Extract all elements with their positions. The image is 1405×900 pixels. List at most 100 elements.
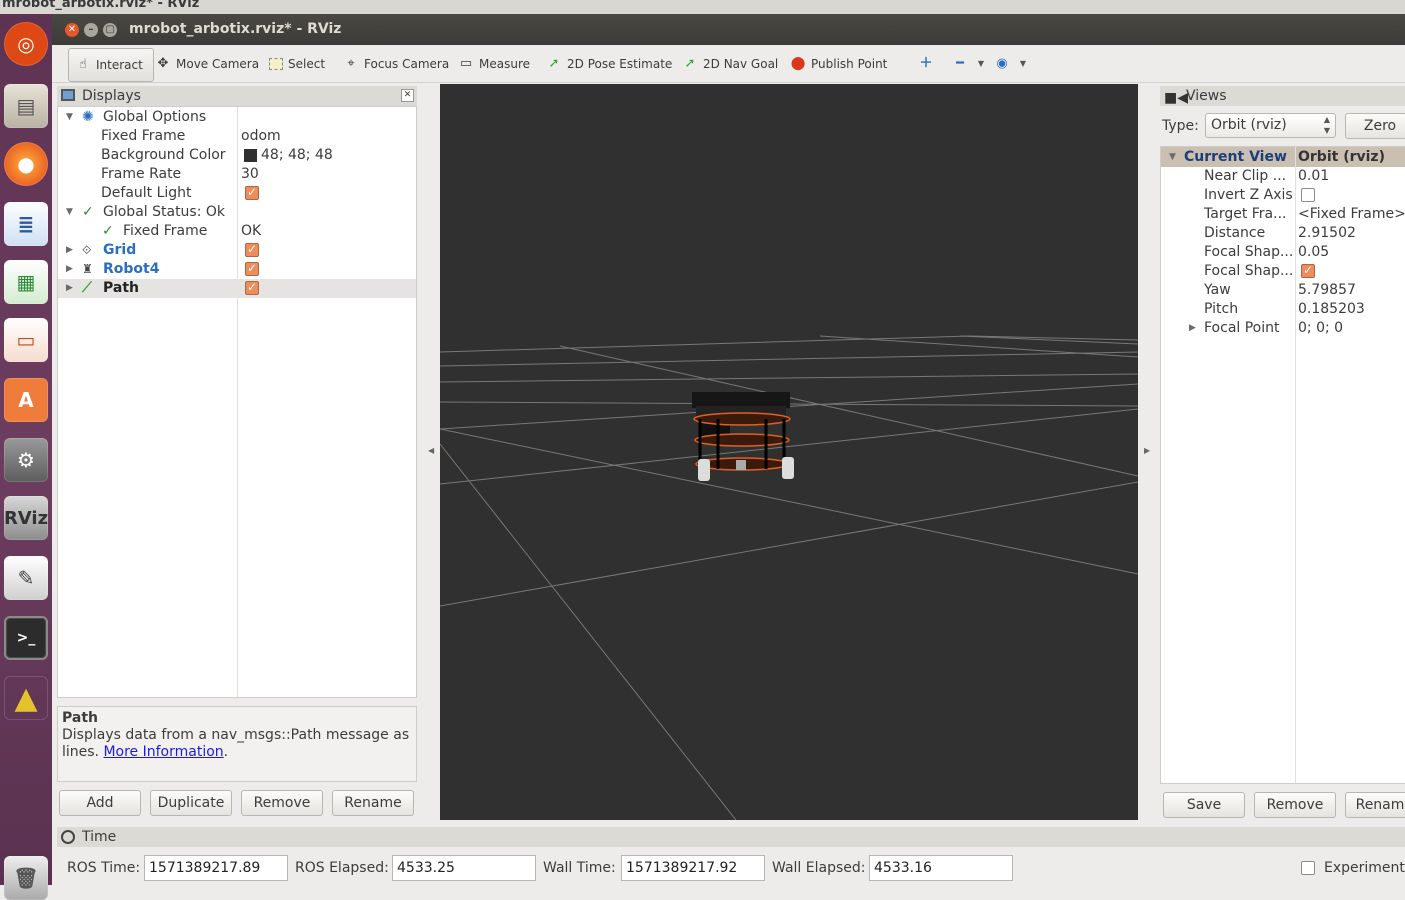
nav-goal-tool[interactable]: ➚ 2D Nav Goal	[682, 52, 779, 76]
yaw-value[interactable]: 5.79857	[1298, 281, 1356, 300]
tree-row-current-view[interactable]: ▼ Current View Orbit (rviz)	[1161, 148, 1405, 167]
background-color-value[interactable]: 48; 48; 48	[261, 146, 333, 165]
view-prop-row[interactable]: Focal Shap...	[1161, 261, 1405, 281]
gear-icon: ✺	[82, 109, 94, 125]
focal-shape-size-value[interactable]: 0.05	[1298, 243, 1329, 262]
select-tool[interactable]: Select	[269, 52, 325, 76]
expand-down-icon: ▼	[66, 112, 73, 122]
close-button[interactable]: ✕	[65, 23, 79, 37]
view-prop-row[interactable]: Focal Shap... 0.05	[1161, 243, 1405, 262]
remove-tool-button[interactable]: ━ ▼	[952, 52, 989, 76]
remove-view-button[interactable]: Remove	[1254, 792, 1336, 818]
view-prop-row[interactable]: Target Fra... <Fixed Frame>	[1161, 205, 1405, 224]
minimize-button[interactable]: –	[84, 23, 98, 37]
grid-label: Grid	[103, 242, 137, 258]
close-panel-icon[interactable]: ✕	[401, 89, 414, 102]
global-options-label: Global Options	[103, 109, 207, 125]
ros-time-label: ROS Time:	[67, 860, 141, 876]
focus-camera-label: Focus Camera	[364, 57, 450, 71]
invert-z-checkbox[interactable]	[1301, 188, 1315, 202]
writer-icon[interactable]: ≣	[4, 202, 48, 246]
default-light-checkbox[interactable]	[245, 183, 259, 202]
files-icon[interactable]: ▤	[4, 84, 48, 128]
wall-time-field[interactable]: 1571389217.92	[621, 855, 765, 881]
trash-icon[interactable]: 🗑	[4, 856, 48, 900]
focus-camera-tool[interactable]: ⌖ Focus Camera	[343, 52, 449, 76]
color-swatch[interactable]	[244, 149, 257, 162]
target-frame-value[interactable]: <Fixed Frame>	[1298, 205, 1405, 224]
measure-tool[interactable]: ▭ Measure	[458, 52, 530, 76]
tree-row-path[interactable]: ▶ ⟋ Path	[58, 278, 416, 298]
view-type-select[interactable]: Orbit (rviz) ▲ ▼	[1205, 113, 1336, 138]
app-triangle-icon[interactable]: ▲	[4, 676, 48, 720]
pose-estimate-tool[interactable]: ➚ 2D Pose Estimate	[546, 52, 673, 76]
view-prop-row[interactable]: Near Clip ... 0.01	[1161, 167, 1405, 186]
tree-row-default-light[interactable]: Default Light	[58, 183, 416, 203]
collapse-left-arrow[interactable]: ◀	[428, 446, 434, 455]
view-prop-row[interactable]: Pitch 0.185203	[1161, 300, 1405, 319]
add-tool-button[interactable]: ＋	[918, 52, 934, 76]
terminal-icon[interactable]: >_	[4, 616, 48, 660]
interact-tool[interactable]: ☝ Interact	[68, 48, 154, 82]
views-tree[interactable]: ▼ Current View Orbit (rviz) Near Clip ..…	[1160, 146, 1405, 784]
expand-right-icon: ▶	[66, 264, 73, 274]
view-options-button[interactable]: ◉ ▼	[994, 52, 1031, 76]
ros-elapsed-label: ROS Elapsed:	[295, 860, 389, 876]
ubuntu-dash-icon[interactable]: ◎	[4, 22, 48, 66]
fixed-frame-value[interactable]: odom	[241, 127, 281, 146]
rename-view-button[interactable]: Renam	[1345, 792, 1405, 818]
path-checkbox[interactable]	[245, 278, 259, 297]
near-clip-value[interactable]: 0.01	[1298, 167, 1329, 186]
more-information-link[interactable]: More Information	[103, 744, 223, 760]
calc-icon[interactable]: ▦	[4, 260, 48, 304]
pitch-value[interactable]: 0.185203	[1298, 300, 1365, 319]
view-prop-row[interactable]: Invert Z Axis	[1161, 186, 1405, 205]
publish-point-label: Publish Point	[811, 57, 888, 71]
grid-and-robot-scene[interactable]	[440, 84, 1138, 820]
robot-checkbox[interactable]	[245, 259, 259, 278]
remove-display-button[interactable]: Remove	[241, 790, 323, 816]
firefox-icon[interactable]: ●	[4, 142, 48, 186]
tree-row-robot[interactable]: ▶ ♜ Robot4	[58, 259, 416, 279]
save-view-button[interactable]: Save	[1163, 792, 1245, 818]
move-camera-tool[interactable]: ✥ Move Camera	[155, 52, 260, 76]
view-prop-row[interactable]: Yaw 5.79857	[1161, 281, 1405, 300]
eye-icon: ◉	[996, 56, 1008, 71]
software-center-icon[interactable]: A	[4, 378, 48, 422]
rviz-icon[interactable]: RViz	[4, 496, 48, 540]
settings-icon[interactable]: ⚙	[4, 438, 48, 482]
grid-checkbox[interactable]	[245, 240, 259, 259]
tree-row-grid[interactable]: ▶ ⟐ Grid	[58, 240, 416, 260]
add-display-button[interactable]: Add	[59, 790, 141, 816]
ros-elapsed-field[interactable]: 4533.25	[392, 855, 536, 881]
view-prop-row[interactable]: ▶ Focal Point 0; 0; 0	[1161, 319, 1405, 338]
tree-row-frame-rate[interactable]: Frame Rate 30	[58, 165, 416, 184]
tree-row-fixed-frame[interactable]: Fixed Frame odom	[58, 127, 416, 146]
impress-icon[interactable]: ▭	[4, 318, 48, 362]
rename-display-button[interactable]: Rename	[332, 790, 414, 816]
ros-time-field[interactable]: 1571389217.89	[144, 855, 288, 881]
render-viewport[interactable]	[440, 84, 1138, 820]
crosshair-icon: ⌖	[347, 56, 355, 71]
distance-value[interactable]: 2.91502	[1298, 224, 1356, 243]
experimental-checkbox[interactable]	[1301, 861, 1315, 875]
maximize-button[interactable]: ▢	[103, 23, 117, 37]
focal-shape-fixed-checkbox[interactable]	[1301, 261, 1315, 280]
zero-button[interactable]: Zero	[1345, 113, 1405, 139]
publish-point-tool[interactable]: ⬤ Publish Point	[790, 52, 888, 76]
frame-rate-value[interactable]: 30	[241, 165, 259, 184]
view-prop-row[interactable]: Distance 2.91502	[1161, 224, 1405, 243]
tree-row-global-options[interactable]: ▼ ✺ Global Options	[58, 108, 416, 127]
tree-row-background-color[interactable]: Background Color 48; 48; 48	[58, 146, 416, 165]
robot-model[interactable]	[692, 392, 794, 481]
duplicate-display-button[interactable]: Duplicate	[150, 790, 232, 816]
tree-row-status-fixed-frame[interactable]: ✓ Fixed Frame OK	[58, 222, 416, 241]
collapse-right-arrow[interactable]: ▶	[1144, 446, 1150, 455]
os-window-title: mrobot_arbotix.rviz* - RViz	[0, 0, 1405, 14]
tree-row-global-status[interactable]: ▼ ✓ Global Status: Ok	[58, 203, 416, 222]
wall-elapsed-field[interactable]: 4533.16	[869, 855, 1013, 881]
window-title: mrobot_arbotix.rviz* - RViz	[129, 21, 342, 37]
displays-tree[interactable]: ▼ ✺ Global Options Fixed Frame odom Back…	[57, 106, 417, 698]
focal-point-value[interactable]: 0; 0; 0	[1298, 319, 1343, 338]
text-editor-icon[interactable]: ✎	[4, 556, 48, 600]
